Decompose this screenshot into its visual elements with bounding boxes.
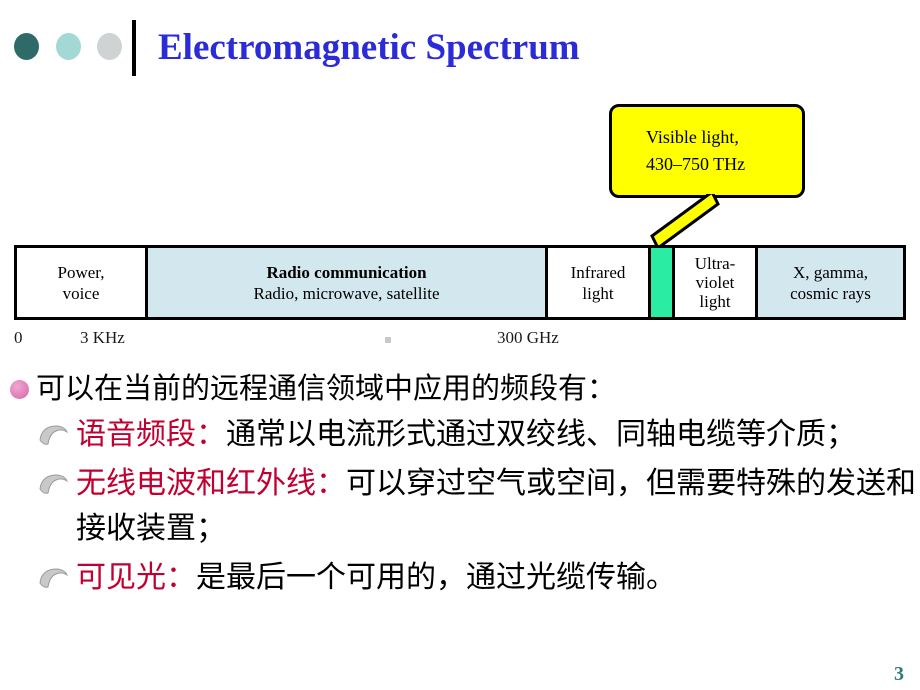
axis-label-start: 0	[14, 328, 23, 347]
header-dot-gray-icon	[97, 33, 122, 60]
band-label-line2: Radio, microwave, satellite	[253, 283, 440, 303]
axis-label-3khz: 3 KHz	[80, 328, 125, 347]
bullet-level2-body: 通常以电流形式通过双绞线、同轴电缆等介质；	[226, 417, 856, 452]
electromagnetic-spectrum-bar: Power, voice Radio communication Radio, …	[14, 245, 906, 320]
bullet-level2-text: 无线电波和红外线：可以穿过空气或空间，但需要特殊的发送和接收装置；	[76, 461, 920, 551]
spectrum-band-ultraviolet-light: Ultra- violet light	[675, 248, 758, 317]
spectrum-band-power-voice: Power, voice	[17, 248, 148, 317]
spectrum-band-infrared-light: Infrared light	[548, 248, 651, 317]
band-label-line1: Infrared	[570, 262, 626, 282]
bullet-sphere-icon	[10, 380, 29, 399]
bullet-level1-text: 可以在当前的远程通信领域中应用的频段有：	[36, 371, 617, 405]
bullet-hook-icon	[39, 568, 68, 588]
slide-body: 可以在当前的远程通信领域中应用的频段有： 语音频段：通常以电流形式通过双绞线、同…	[0, 368, 920, 600]
band-label-line3: light	[699, 292, 731, 311]
spectrum-band-radio-communication: Radio communication Radio, microwave, sa…	[148, 248, 548, 317]
band-label-line1: Power,	[57, 262, 105, 282]
band-label-line1: X, gamma,	[792, 262, 869, 282]
bullet-level2-radio-infrared: 无线电波和红外线：可以穿过空气或空间，但需要特殊的发送和接收装置；	[0, 461, 920, 551]
callout-pointer-tail-icon	[640, 190, 720, 250]
header-dot-dark-teal-icon	[14, 33, 39, 60]
band-label-line2: light	[582, 283, 614, 303]
bullet-hook-icon	[39, 425, 68, 445]
callout-text: Visible light, 430–750 THz	[646, 127, 746, 174]
bullet-level2-heading: 语音频段：	[76, 417, 226, 452]
band-label-line1: Radio communication	[266, 262, 427, 282]
spectrum-band-x-gamma-cosmic: X, gamma, cosmic rays	[758, 248, 903, 317]
bullet-level1-lead: 可以在当前的远程通信领域中应用的频段有：	[0, 368, 920, 408]
bullet-level2-visible-light: 可见光：是最后一个可用的，通过光缆传输。	[0, 555, 920, 600]
page-title: Electromagnetic Spectrum	[158, 27, 580, 68]
header-dot-light-teal-icon	[56, 33, 81, 60]
axis-tick-marker-icon	[385, 337, 391, 343]
page-number: 3	[894, 663, 904, 685]
band-label-line2: voice	[62, 283, 100, 303]
spectrum-axis-labels: 0 3 KHz 300 GHz	[0, 328, 920, 354]
bullet-level2-body: 是最后一个可用的，通过光缆传输。	[196, 560, 676, 595]
slide-header: Electromagnetic Spectrum	[0, 0, 920, 86]
band-label-line2: cosmic rays	[790, 283, 871, 303]
header-divider-rule	[132, 20, 136, 76]
bullet-level2-text: 语音频段：通常以电流形式通过双绞线、同轴电缆等介质；	[76, 412, 920, 457]
bullet-level2-text: 可见光：是最后一个可用的，通过光缆传输。	[76, 555, 920, 600]
visible-light-callout-box: Visible light, 430–750 THz	[609, 104, 805, 198]
band-label-line2: violet	[695, 273, 735, 292]
axis-label-300ghz: 300 GHz	[497, 328, 559, 347]
bullet-level2-heading: 无线电波和红外线：	[76, 466, 346, 501]
bullet-level2-voice-band: 语音频段：通常以电流形式通过双绞线、同轴电缆等介质；	[0, 412, 920, 457]
spectrum-band-visible-light	[651, 248, 675, 317]
bullet-hook-icon	[39, 474, 68, 494]
band-label-line1: Ultra-	[694, 254, 736, 273]
bullet-level2-heading: 可见光：	[76, 560, 196, 595]
